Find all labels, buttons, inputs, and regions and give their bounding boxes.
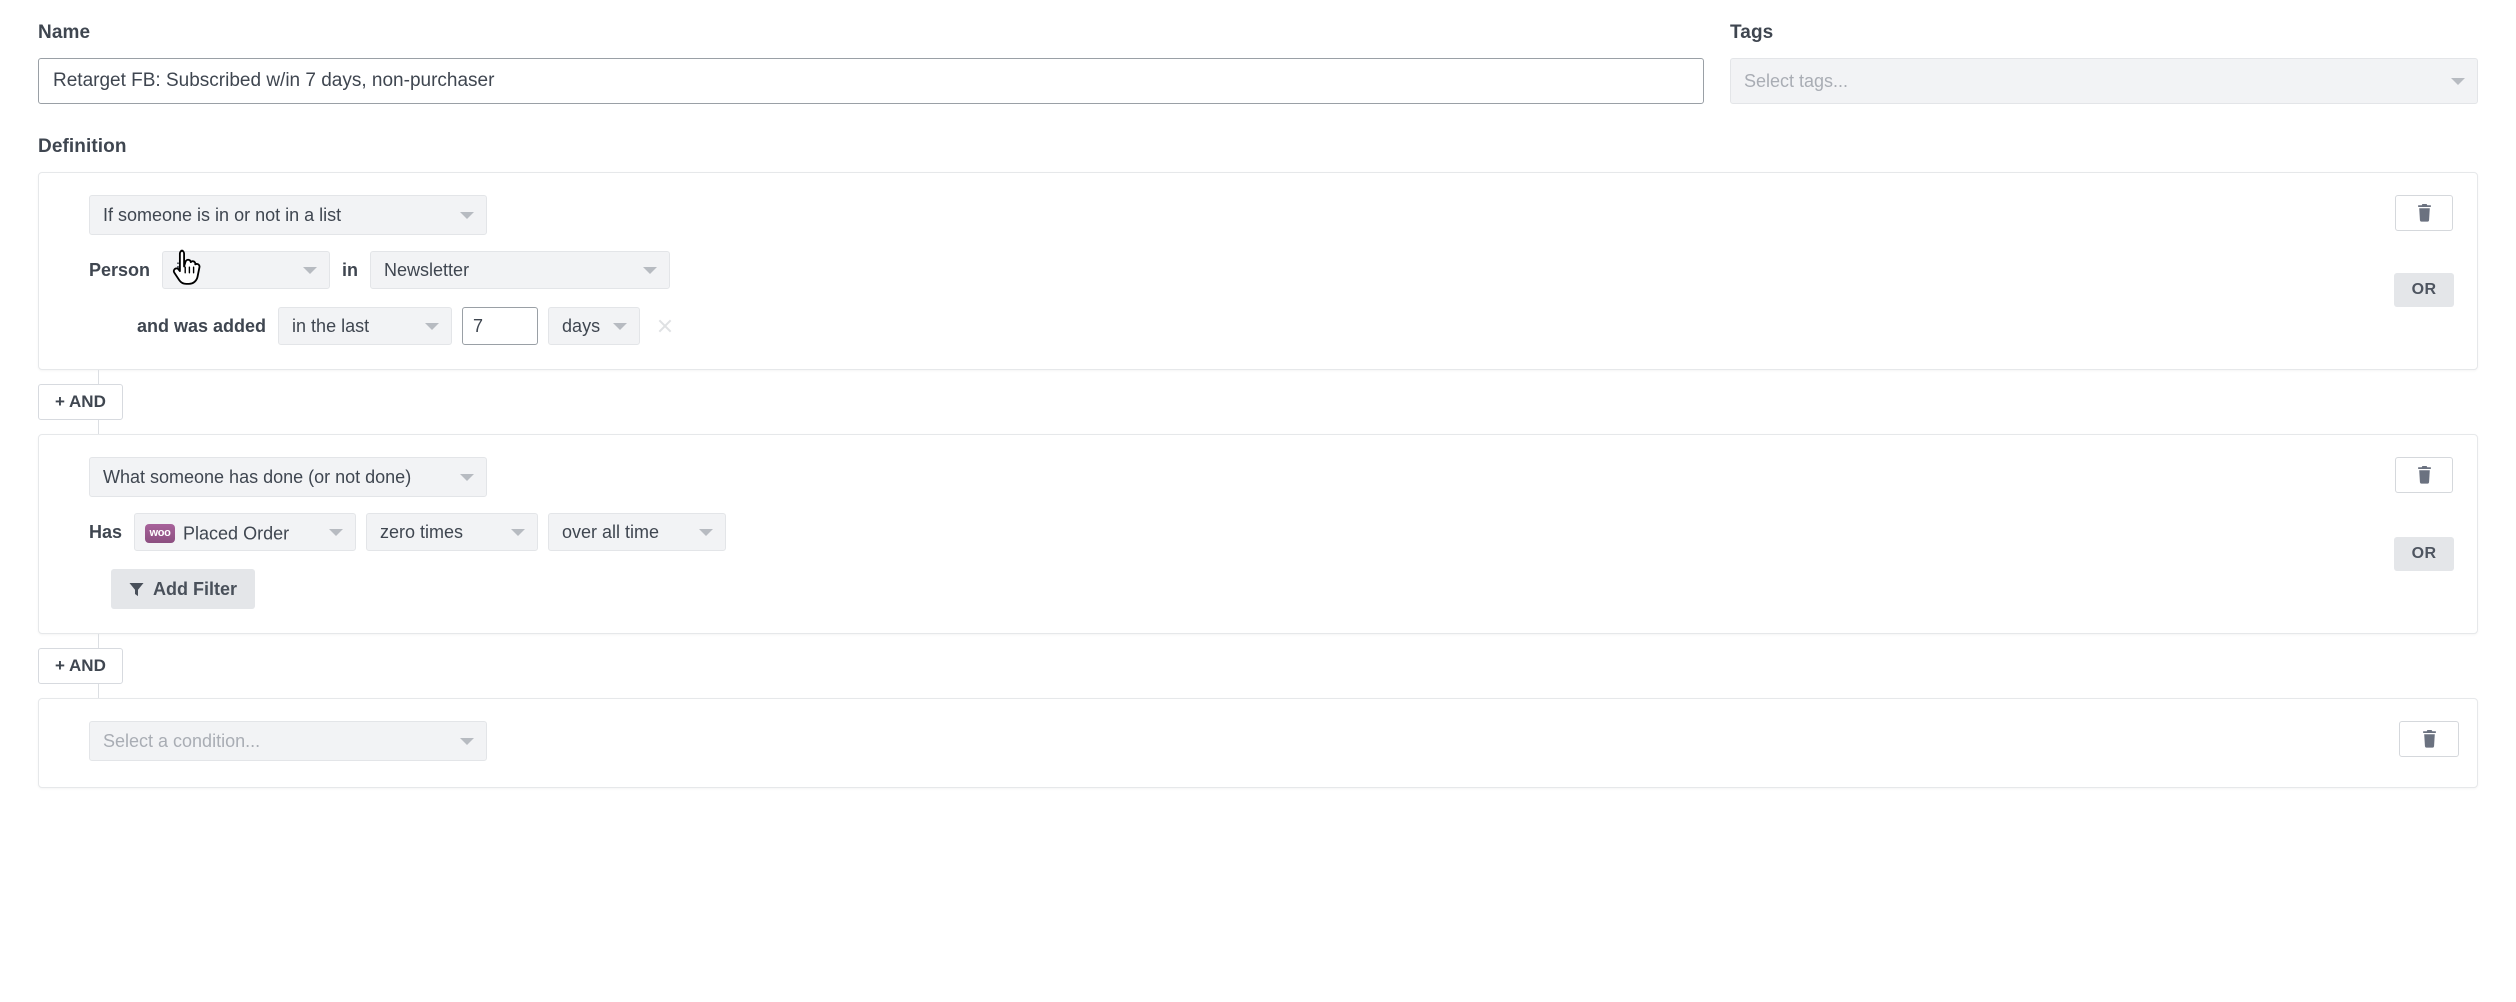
added-amount-input[interactable] <box>462 307 539 345</box>
delete-condition-button-2[interactable] <box>2395 457 2453 493</box>
condition-card-2-body: What someone has done (or not done) Has … <box>63 457 2453 609</box>
person-operator-select[interactable]: is <box>162 251 331 289</box>
or-button-1[interactable]: OR <box>2394 273 2454 307</box>
chevron-down-icon <box>643 267 658 274</box>
condition-type-select-2[interactable]: What someone has done (or not done) <box>89 457 487 497</box>
chevron-down-icon <box>613 323 628 330</box>
added-timeframe-text: in the last <box>292 316 370 336</box>
over-time-select-wrap: over all time <box>548 513 727 551</box>
segment-name-input[interactable] <box>38 58 1704 104</box>
chevron-down-icon <box>460 212 474 219</box>
added-timeframe-select[interactable]: in the last <box>278 307 453 345</box>
has-label: Has <box>89 521 123 542</box>
over-time-select[interactable]: over all time <box>548 513 727 551</box>
times-text: zero times <box>380 522 464 542</box>
chevron-down-icon <box>699 529 714 536</box>
delete-condition-button-3[interactable] <box>2399 721 2459 757</box>
add-filter-row: Add Filter <box>89 569 2453 609</box>
condition-card-1-body: If someone is in or not in a list Person… <box>63 195 2453 345</box>
tags-placeholder-text: Select tags... <box>1744 71 1849 91</box>
condition-type-text-1: If someone is in or not in a list <box>103 205 342 225</box>
person-row: Person is in Newsletter <box>89 251 2453 289</box>
condition-type-select-1-wrap: If someone is in or not in a list <box>89 195 487 235</box>
over-time-text: over all time <box>562 522 660 542</box>
person-label: Person <box>89 259 151 280</box>
chevron-down-icon <box>329 529 344 536</box>
list-name-text: Newsletter <box>384 260 470 280</box>
chevron-down-icon <box>425 323 440 330</box>
and-connector-2: + AND <box>38 634 2478 698</box>
person-operator-select-wrap: is <box>162 251 331 289</box>
close-icon[interactable] <box>650 311 680 341</box>
trash-icon <box>2417 466 2431 484</box>
chevron-down-icon <box>460 738 474 745</box>
chevron-down-icon <box>303 267 318 274</box>
condition-card-2: What someone has done (or not done) Has … <box>38 434 2478 634</box>
trash-icon <box>2422 730 2436 748</box>
add-filter-button[interactable]: Add Filter <box>111 569 255 609</box>
condition-card-3-body: Select a condition... <box>63 721 2453 761</box>
definition-builder: If someone is in or not in a list Person… <box>38 172 2478 788</box>
added-timeframe-select-wrap: in the last <box>278 307 453 345</box>
added-row: and was added in the last days <box>89 307 2453 345</box>
list-select-wrap: Newsletter <box>370 251 671 289</box>
and-connector-1: + AND <box>38 370 2478 434</box>
condition-placeholder-text: Select a condition... <box>103 731 261 751</box>
chevron-down-icon <box>511 529 526 536</box>
tags-label: Tags <box>1730 22 1774 43</box>
added-unit-select[interactable]: days <box>548 307 641 345</box>
add-and-button-2[interactable]: + AND <box>38 648 123 684</box>
list-select[interactable]: Newsletter <box>370 251 671 289</box>
name-label: Name <box>38 22 91 43</box>
woocommerce-icon: woo <box>145 523 176 543</box>
added-unit-select-wrap: days <box>548 307 641 345</box>
delete-condition-button-1[interactable] <box>2395 195 2453 231</box>
top-fields-row: Name Tags Select tags... <box>38 0 2478 104</box>
funnel-icon <box>129 582 144 596</box>
trash-icon <box>2417 204 2431 222</box>
tags-field-group: Tags Select tags... <box>1730 22 2478 104</box>
condition-type-text-2: What someone has done (or not done) <box>103 467 412 487</box>
times-select[interactable]: zero times <box>366 513 539 551</box>
condition-type-select-3-wrap: Select a condition... <box>89 721 487 761</box>
chevron-down-icon <box>2451 78 2465 85</box>
metric-select-wrap: woo Placed Order <box>134 513 357 551</box>
times-select-wrap: zero times <box>366 513 539 551</box>
or-button-2[interactable]: OR <box>2394 537 2454 571</box>
condition-type-select-2-wrap: What someone has done (or not done) <box>89 457 487 497</box>
added-label: and was added <box>137 315 267 336</box>
definition-label: Definition <box>38 136 127 157</box>
person-joiner-label: in <box>342 259 359 280</box>
add-filter-label: Add Filter <box>153 578 237 599</box>
metric-select[interactable]: woo Placed Order <box>134 513 357 551</box>
segment-builder-page: Name Tags Select tags... Definition If s… <box>0 0 2516 1002</box>
tags-select[interactable]: Select tags... <box>1730 58 2478 104</box>
condition-type-select-3[interactable]: Select a condition... <box>89 721 487 761</box>
add-and-button-1[interactable]: + AND <box>38 384 123 420</box>
metric-name-text: Placed Order <box>183 523 290 544</box>
condition-type-select-1[interactable]: If someone is in or not in a list <box>89 195 487 235</box>
condition-card-1: If someone is in or not in a list Person… <box>38 172 2478 370</box>
has-row: Has woo Placed Order zero times over all… <box>89 513 2453 551</box>
condition-card-3: Select a condition... <box>38 698 2478 788</box>
added-unit-text: days <box>562 316 601 336</box>
chevron-down-icon <box>460 474 474 481</box>
person-operator-text: is <box>176 260 190 280</box>
name-field-group: Name <box>38 22 1704 104</box>
